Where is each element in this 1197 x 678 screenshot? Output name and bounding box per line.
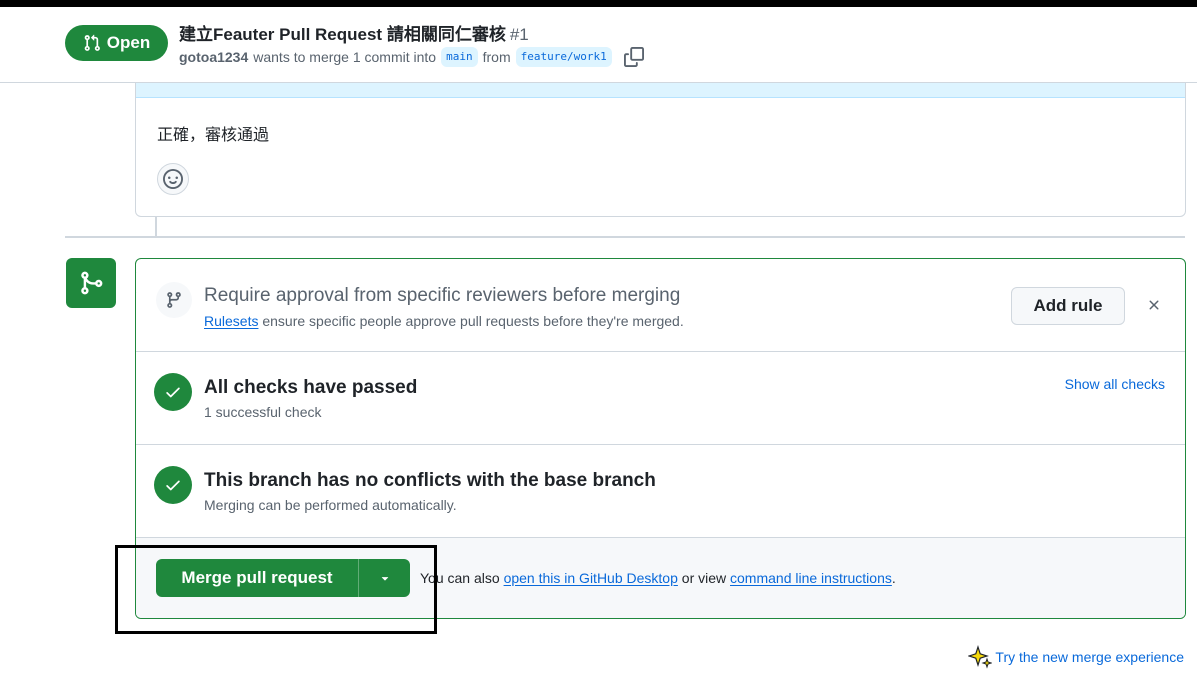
- checks-section: All checks have passed 1 successful chec…: [136, 352, 1185, 445]
- conflicts-title: This branch has no conflicts with the ba…: [204, 470, 656, 491]
- github-desktop-link[interactable]: open this in GitHub Desktop: [504, 570, 678, 586]
- check-circle-icon: [154, 466, 192, 504]
- pr-number: #1: [509, 25, 529, 44]
- pr-state-badge: Open: [65, 25, 168, 61]
- checks-title: All checks have passed: [204, 377, 418, 398]
- merge-box: Require approval from specific reviewers…: [135, 258, 1186, 619]
- merge-description: wants to merge 1 commit into: [253, 49, 437, 65]
- window-top-bar: [0, 0, 1197, 7]
- from-label: from: [482, 49, 511, 65]
- timeline-line: [155, 216, 157, 236]
- merge-action-section: Merge pull request You can also open thi…: [136, 538, 1185, 618]
- conflicts-section: This branch has no conflicts with the ba…: [136, 445, 1185, 538]
- git-merge-icon: [66, 258, 116, 308]
- rules-title: Require approval from specific reviewers…: [204, 285, 681, 306]
- conflicts-description: Merging can be performed automatically.: [204, 497, 457, 513]
- pr-meta: gotoa1234 wants to merge 1 commit into m…: [179, 46, 645, 68]
- new-merge-label[interactable]: Try the new merge experience: [995, 649, 1184, 665]
- merge-pull-request-button[interactable]: Merge pull request: [156, 559, 358, 597]
- command-line-link[interactable]: command line instructions: [730, 570, 892, 586]
- pr-header: Open 建立Feauter Pull Request 請相關同仁審核 #1 go…: [0, 7, 1197, 83]
- sparkle-icon: [968, 645, 993, 669]
- pr-state-label: Open: [106, 33, 151, 52]
- merge-options-dropdown[interactable]: [358, 559, 410, 597]
- git-pull-request-icon: [84, 34, 100, 51]
- new-merge-experience-link[interactable]: Try the new merge experience: [968, 645, 1184, 669]
- alt-prefix: You can also: [420, 570, 504, 586]
- review-comment-card: 正確，審核通過: [135, 60, 1186, 217]
- check-circle-icon: [154, 373, 192, 411]
- rulesets-link[interactable]: Rulesets: [204, 313, 258, 329]
- merge-alternatives: You can also open this in GitHub Desktop…: [420, 570, 896, 586]
- git-branch-icon: [156, 282, 192, 318]
- x-icon[interactable]: [1142, 293, 1166, 317]
- base-branch[interactable]: main: [441, 47, 478, 67]
- rules-description: Rulesets ensure specific people approve …: [204, 313, 684, 329]
- head-branch[interactable]: feature/work1: [515, 47, 612, 67]
- rules-desc-text: ensure specific people approve pull requ…: [258, 313, 684, 329]
- rules-section: Require approval from specific reviewers…: [136, 259, 1185, 352]
- timeline-divider: [65, 236, 1185, 238]
- show-all-checks-link[interactable]: Show all checks: [1065, 376, 1165, 392]
- add-rule-button[interactable]: Add rule: [1011, 287, 1125, 325]
- alt-middle: or view: [677, 570, 731, 586]
- smiley-icon[interactable]: [157, 163, 189, 195]
- merge-button-group: Merge pull request: [156, 559, 410, 597]
- triangle-down-icon: [381, 577, 388, 581]
- pr-author[interactable]: gotoa1234: [179, 49, 248, 65]
- copy-icon[interactable]: [623, 46, 645, 68]
- alt-suffix: .: [891, 570, 896, 586]
- pr-title-text: 建立Feauter Pull Request 請相關同仁審核: [179, 25, 506, 44]
- checks-description: 1 successful check: [204, 404, 322, 420]
- pr-title: 建立Feauter Pull Request 請相關同仁審核 #1: [179, 20, 529, 45]
- comment-body: 正確，審核通過: [157, 127, 270, 144]
